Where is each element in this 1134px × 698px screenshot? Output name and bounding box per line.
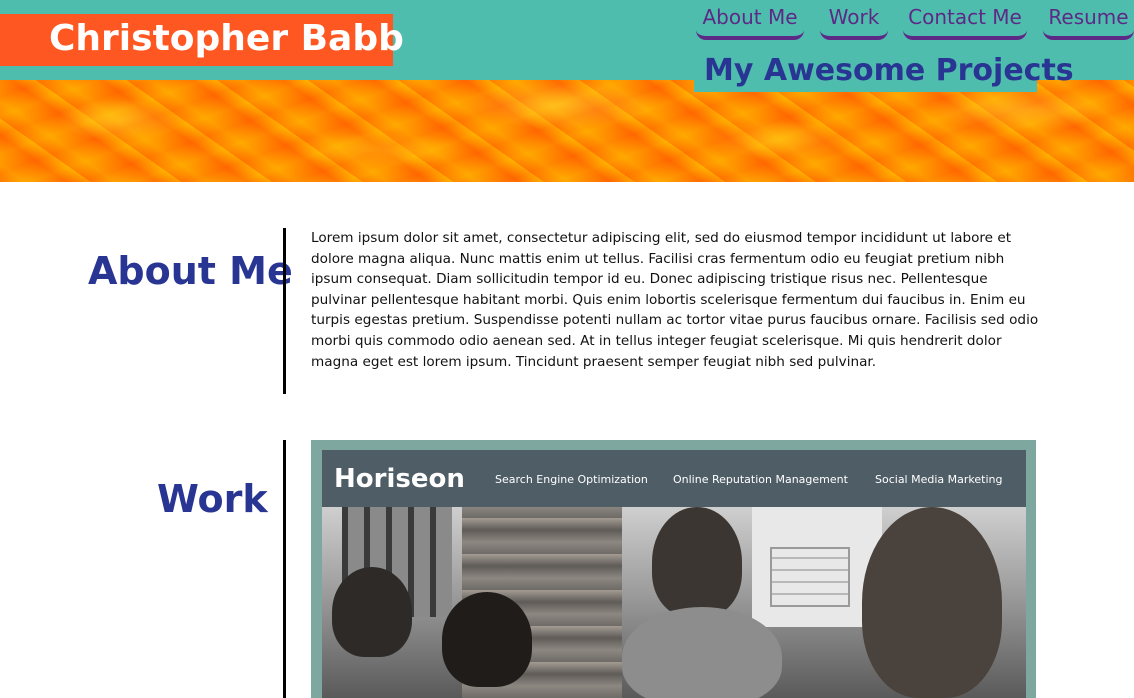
person-2 <box>442 592 532 687</box>
person-3-shirt <box>622 607 782 698</box>
person-4 <box>862 507 1002 698</box>
person-3 <box>652 507 742 617</box>
project-link-seo: Search Engine Optimization <box>495 473 648 486</box>
hero-title: My Awesome Projects <box>704 53 1074 88</box>
project-logo: Horiseon <box>334 464 465 494</box>
work-heading: Work <box>157 477 268 521</box>
site-title[interactable]: Christopher Babb <box>49 14 404 64</box>
work-divider <box>283 440 286 698</box>
nav-contact-me[interactable]: Contact Me <box>903 0 1027 40</box>
project-link-smm: Social Media Marketing <box>875 473 1003 486</box>
nav-about-me[interactable]: About Me <box>696 0 804 40</box>
project-screenshot[interactable]: Horiseon Search Engine Optimization Onli… <box>322 450 1026 698</box>
nav-resume[interactable]: Resume <box>1043 0 1134 40</box>
about-text: Lorem ipsum dolor sit amet, consectetur … <box>311 230 1039 370</box>
project-hero-photo <box>322 507 1026 698</box>
about-heading: About Me <box>88 249 293 293</box>
hero-banner <box>0 80 1134 182</box>
person-1 <box>332 567 412 657</box>
nav-work[interactable]: Work <box>820 0 888 40</box>
photo-chart <box>770 547 850 607</box>
about-divider <box>283 228 286 394</box>
project-link-orm: Online Reputation Management <box>673 473 848 486</box>
project-navbar: Horiseon Search Engine Optimization Onli… <box>322 450 1026 507</box>
hero-background <box>0 80 1134 182</box>
